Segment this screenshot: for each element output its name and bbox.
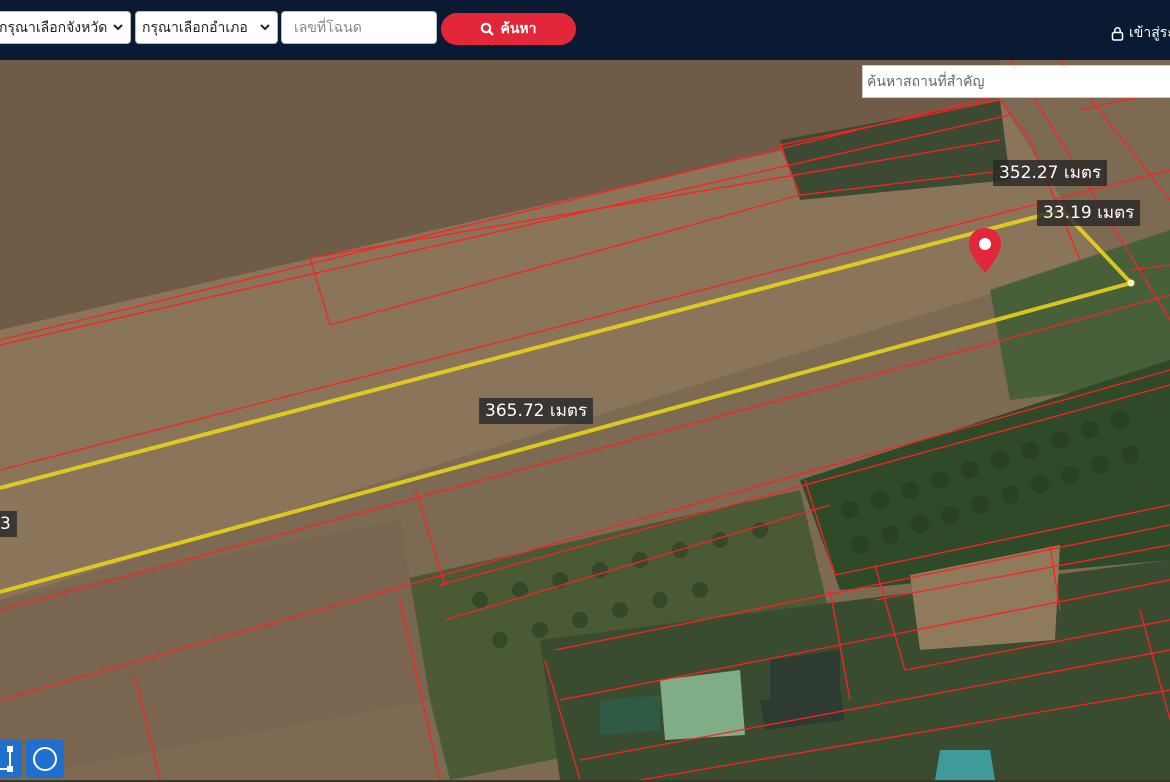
measurement-label-side: 33.19 เมตร	[1037, 200, 1141, 226]
chevron-down-icon	[113, 24, 123, 31]
measurement-label-long: 365.72 เมตร	[479, 398, 594, 424]
province-select-value: กรุณาเลือกจังหวัด	[0, 19, 108, 36]
measurement-label-top: 352.27 เมตร	[993, 160, 1108, 186]
measurement-label-cut: 3	[0, 511, 17, 537]
district-select[interactable]: กรุณาเลือกอำเภอ	[135, 11, 278, 44]
place-search-input[interactable]	[862, 65, 1170, 98]
map-view[interactable]: 352.27 เมตร 33.19 เมตร 365.72 เมตร 3	[0, 60, 1170, 780]
search-button[interactable]: ค้นหา	[441, 13, 576, 45]
location-marker-icon[interactable]	[966, 226, 1004, 276]
district-select-value: กรุณาเลือกอำเภอ	[142, 19, 248, 36]
measure-vertex[interactable]	[1127, 279, 1135, 287]
deed-number-input[interactable]	[281, 11, 437, 44]
lock-icon	[1111, 26, 1124, 41]
polygon-tool-button[interactable]	[0, 740, 22, 778]
top-navigation-bar: กรุณาเลือกจังหวัด กรุณาเลือกอำเภอ ค้นหา …	[0, 0, 1170, 60]
circle-tool-button[interactable]	[26, 740, 64, 778]
search-icon	[481, 22, 495, 36]
login-label: เข้าสู่ระบบ	[1129, 25, 1170, 41]
province-select[interactable]: กรุณาเลือกจังหวัด	[0, 11, 131, 44]
circle-tool-icon	[33, 747, 57, 771]
chevron-down-icon	[260, 24, 270, 31]
login-link[interactable]: เข้าสู่ระบบ	[1111, 22, 1170, 44]
search-button-label: ค้นหา	[500, 21, 537, 37]
polygon-tool-icon	[0, 746, 13, 772]
